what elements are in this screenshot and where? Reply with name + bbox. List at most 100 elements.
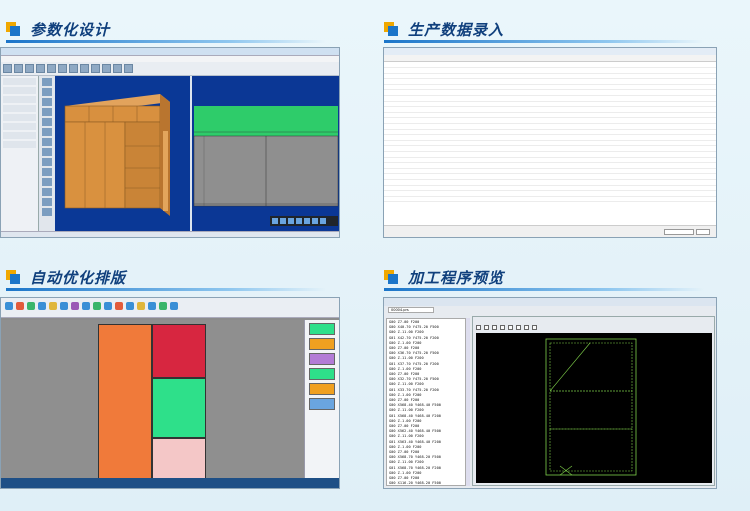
panel-board-green xyxy=(152,378,206,438)
tool-icon xyxy=(42,98,52,106)
swatch[interactable] xyxy=(309,338,335,350)
table-cell xyxy=(674,196,716,203)
footer-button[interactable] xyxy=(664,229,694,235)
program-screenshot: 00004.prs G00 Z7.00 F200 G00 X40.70 Y475.… xyxy=(383,297,717,489)
list-item xyxy=(3,105,36,112)
tool-icon xyxy=(42,148,52,156)
program-titlebar xyxy=(384,298,716,306)
program-file-field[interactable]: 00004.prs xyxy=(388,307,434,313)
tool-icon xyxy=(14,64,23,73)
tool-icon xyxy=(27,302,35,310)
tool-icon xyxy=(102,64,111,73)
zoom-in-icon[interactable] xyxy=(476,324,481,330)
cabinet-elevation-icon xyxy=(193,106,339,226)
table-cell xyxy=(467,196,509,203)
tool-icon xyxy=(42,168,52,176)
tool-icon xyxy=(159,302,167,310)
play-icon[interactable] xyxy=(516,324,521,330)
tool-icon xyxy=(3,64,12,73)
tool-icon xyxy=(126,302,134,310)
list-item xyxy=(3,114,36,121)
square-bullet-icon xyxy=(6,270,20,284)
design-window-titlebar xyxy=(1,48,339,56)
tool-icon xyxy=(42,78,52,86)
optimize-screenshot xyxy=(0,297,340,489)
program-title-underline xyxy=(384,288,704,291)
footer-button[interactable] xyxy=(696,229,710,235)
rotate-icon[interactable] xyxy=(500,324,505,330)
swatch[interactable] xyxy=(309,323,335,335)
pan-icon[interactable] xyxy=(492,324,497,330)
square-bullet-icon xyxy=(384,22,398,36)
table-body xyxy=(384,62,716,203)
tool-icon xyxy=(137,302,145,310)
optimize-panel-header: 自动优化排版 xyxy=(6,266,126,288)
design-panel-title: 参数化设计 xyxy=(30,20,111,39)
panel-board-red xyxy=(152,324,206,378)
tool-icon xyxy=(42,138,52,146)
tool-icon xyxy=(104,302,112,310)
cabinet-2d-view xyxy=(192,76,339,234)
tool-icon xyxy=(91,64,100,73)
data-entry-screenshot xyxy=(383,47,717,238)
tool-icon xyxy=(36,64,45,73)
data-entry-panel-title: 生产数据录入 xyxy=(408,20,505,39)
windows-taskbar xyxy=(1,478,339,488)
program-panel-title: 加工程序预览 xyxy=(408,268,505,287)
list-item xyxy=(3,141,36,148)
optimize-side-panel xyxy=(304,320,339,480)
tool-icon xyxy=(42,208,52,216)
table-cell xyxy=(508,196,550,203)
tool-icon xyxy=(42,108,52,116)
preview-toolbar xyxy=(473,323,714,331)
tool-icon xyxy=(80,64,89,73)
program-file-row: 00004.prs xyxy=(384,306,716,314)
stop-icon[interactable] xyxy=(524,324,529,330)
optimize-toolbar xyxy=(1,298,339,318)
gcode-listing[interactable]: G00 Z7.00 F200 G00 X40.70 Y475.20 F500 G00… xyxy=(386,318,466,486)
list-item xyxy=(3,132,36,139)
table-cell xyxy=(384,196,426,203)
tool-icon xyxy=(71,302,79,310)
table-cell xyxy=(425,196,467,203)
tool-icon xyxy=(42,178,52,186)
design-statusbar xyxy=(1,231,339,237)
square-bullet-icon xyxy=(384,270,398,284)
code-scrollbar[interactable] xyxy=(466,318,470,486)
design-tool-strip xyxy=(40,76,54,236)
zoom-out-icon[interactable] xyxy=(484,324,489,330)
table-cell xyxy=(550,196,592,203)
data-entry-footer xyxy=(384,225,716,237)
tool-icon xyxy=(25,64,34,73)
table-cell xyxy=(633,196,675,203)
tool-icon xyxy=(148,302,156,310)
design-left-panel xyxy=(1,76,39,236)
optimize-title-underline xyxy=(6,288,326,291)
optimize-panel-title: 自动优化排版 xyxy=(30,268,127,287)
table-row[interactable] xyxy=(384,196,716,203)
swatch[interactable] xyxy=(309,353,335,365)
tool-icon xyxy=(42,128,52,136)
table-cell xyxy=(591,196,633,203)
list-item xyxy=(3,87,36,94)
tool-icon xyxy=(49,302,57,310)
tool-icon xyxy=(5,302,13,310)
toolpath-canvas xyxy=(476,333,712,483)
tool-icon xyxy=(38,302,46,310)
data-entry-titlebar xyxy=(384,48,716,55)
tool-icon xyxy=(42,188,52,196)
swatch[interactable] xyxy=(309,368,335,380)
design-title-underline xyxy=(6,40,326,43)
tool-icon xyxy=(124,64,133,73)
swatch[interactable] xyxy=(309,383,335,395)
toolpath-preview-group xyxy=(472,316,715,486)
tool-icon xyxy=(69,64,78,73)
fit-icon[interactable] xyxy=(508,324,513,330)
swatch[interactable] xyxy=(309,398,335,410)
production-data-table xyxy=(384,62,716,203)
list-item xyxy=(3,123,36,130)
gcode-line: G00 X116.20 Y468.20 F500 xyxy=(389,481,441,486)
tool-icon xyxy=(42,198,52,206)
tool-icon xyxy=(42,88,52,96)
reset-icon[interactable] xyxy=(532,324,537,330)
